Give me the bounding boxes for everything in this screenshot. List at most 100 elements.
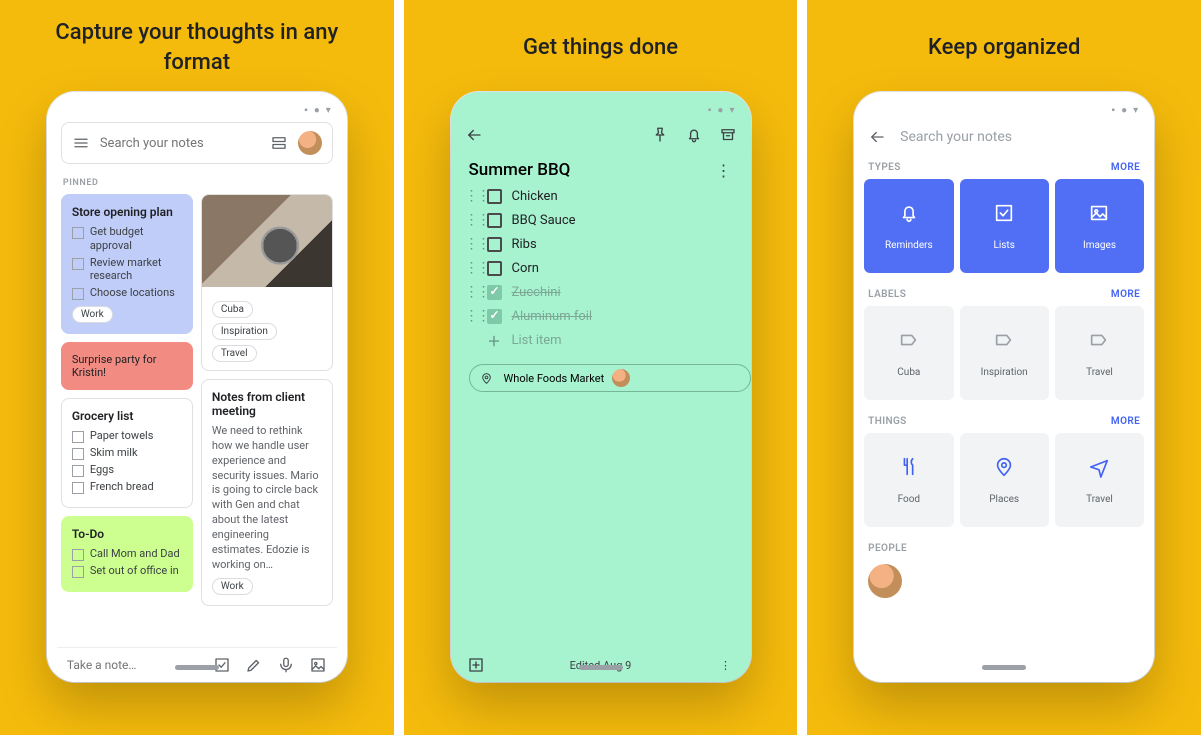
food-icon [898, 456, 920, 484]
panel-get-done: Get things done ▪●▾ Summer BBQ ⋮ ⋮⋮Chick… [404, 0, 798, 735]
more-link[interactable]: MORE [1111, 162, 1140, 173]
panel-organized: Keep organized ▪●▾ Search your notes TYP… [807, 0, 1201, 735]
section-header-types: TYPES MORE [854, 156, 1154, 179]
label-chip: Inspiration [212, 323, 277, 340]
more-icon[interactable]: ⋮ [715, 161, 733, 179]
task: Call Mom and Dad [72, 547, 182, 561]
label-tile-inspiration[interactable]: Inspiration [960, 306, 1049, 400]
bell-icon [898, 202, 920, 230]
note-card-surprise[interactable]: Surprise party for Kristin! [61, 342, 193, 390]
image-icon[interactable] [309, 656, 327, 674]
thing-tile-food[interactable]: Food [864, 433, 953, 527]
search-header[interactable]: Search your notes [854, 122, 1154, 156]
add-box-icon[interactable] [467, 656, 485, 674]
type-tile-images[interactable]: Images [1055, 179, 1144, 273]
headline-1: Capture your thoughts in any format [20, 18, 374, 78]
label-chip: Travel [212, 345, 257, 362]
note-title[interactable]: Summer BBQ [469, 160, 571, 180]
checkbox-icon[interactable] [487, 285, 502, 300]
more-link[interactable]: MORE [1111, 416, 1140, 427]
plane-icon [1088, 456, 1110, 484]
checkbox-icon[interactable] [487, 237, 502, 252]
back-icon[interactable] [465, 126, 483, 144]
task: French bread [72, 480, 182, 494]
label-chip: Work [72, 306, 113, 323]
status-indicator: ▪●▾ [708, 106, 735, 116]
task: Paper towels [72, 429, 182, 443]
panel-capture: Capture your thoughts in any format ▪●▾ … [0, 0, 394, 735]
type-tile-reminders[interactable]: Reminders [864, 179, 953, 273]
list-item-done[interactable]: ⋮⋮Zucchini [465, 284, 737, 300]
note-card-todo[interactable]: To-Do Call Mom and Dad Set out of office… [61, 516, 193, 592]
list-item[interactable]: ⋮⋮Chicken [465, 188, 737, 204]
list-item-done[interactable]: ⋮⋮Aluminum foil [465, 308, 737, 324]
view-toggle-icon[interactable] [270, 134, 288, 152]
location-text: Whole Foods Market [504, 372, 605, 385]
task: Get budget approval [72, 225, 182, 253]
more-link[interactable]: MORE [1111, 289, 1140, 300]
plus-icon: ＋ [487, 333, 502, 348]
note-card-store-plan[interactable]: Store opening plan Get budget approval R… [61, 194, 193, 334]
thing-tile-places[interactable]: Places [960, 433, 1049, 527]
list-item[interactable]: ⋮⋮Corn [465, 260, 737, 276]
home-indicator [579, 665, 623, 670]
card-title: Grocery list [72, 409, 182, 423]
phone-search: ▪●▾ Search your notes TYPES MORE Reminde… [854, 92, 1154, 682]
menu-icon[interactable] [72, 134, 90, 152]
note-image [202, 195, 332, 287]
more-icon[interactable]: ⋮ [717, 656, 735, 674]
checkbox-icon[interactable] [487, 261, 502, 276]
phone-notes-home: ▪●▾ Search your notes PINNED Store openi… [47, 92, 347, 682]
home-indicator [982, 665, 1026, 670]
checkbox-icon [993, 202, 1015, 230]
section-header-people: PEOPLE [854, 537, 1154, 560]
task: Review market research [72, 256, 182, 284]
add-list-item[interactable]: ⋮⋮＋List item [465, 332, 737, 348]
section-header-labels: LABELS MORE [854, 283, 1154, 306]
list-item[interactable]: ⋮⋮BBQ Sauce [465, 212, 737, 228]
search-placeholder: Search your notes [900, 129, 1012, 145]
checkbox-icon[interactable] [487, 309, 502, 324]
pin-icon[interactable] [651, 126, 669, 144]
card-body: We need to rethink how we handle user ex… [212, 424, 322, 572]
list-item[interactable]: ⋮⋮Ribs [465, 236, 737, 252]
label-chip: Work [212, 578, 253, 595]
people-avatar[interactable] [868, 564, 902, 598]
label-tile-cuba[interactable]: Cuba [864, 306, 953, 400]
location-icon [478, 369, 496, 387]
card-text: Surprise party for Kristin! [72, 353, 157, 379]
checkbox-icon[interactable] [487, 189, 502, 204]
back-icon[interactable] [868, 128, 886, 146]
task: Choose locations [72, 286, 182, 300]
note-card-grocery[interactable]: Grocery list Paper towels Skim milk Eggs… [61, 398, 193, 508]
headline-3: Keep organized [928, 18, 1080, 78]
headline-2: Get things done [523, 18, 678, 78]
note-card-meeting[interactable]: Notes from client meeting We need to ret… [201, 379, 333, 606]
draw-icon[interactable] [245, 656, 263, 674]
type-tile-lists[interactable]: Lists [960, 179, 1049, 273]
section-header-things: THINGS MORE [854, 410, 1154, 433]
label-icon [993, 329, 1015, 357]
note-card-image[interactable]: Cuba Inspiration Travel [201, 194, 333, 371]
thing-tile-travel[interactable]: Travel [1055, 433, 1144, 527]
status-indicator: ▪●▾ [1112, 106, 1139, 116]
task: Skim milk [72, 446, 182, 460]
card-title: Store opening plan [72, 205, 182, 219]
task: Set out of office in [72, 564, 182, 578]
archive-icon[interactable] [719, 126, 737, 144]
search-bar[interactable]: Search your notes [61, 122, 333, 164]
image-icon [1088, 202, 1110, 230]
label-tile-travel[interactable]: Travel [1055, 306, 1144, 400]
mic-icon[interactable] [277, 656, 295, 674]
places-icon [993, 456, 1015, 484]
card-title: Notes from client meeting [212, 390, 322, 418]
status-indicator: ▪●▾ [304, 106, 331, 116]
label-chip: Cuba [212, 301, 253, 318]
home-indicator [175, 665, 219, 670]
location-chip[interactable]: Whole Foods Market [469, 364, 751, 392]
checkbox-icon[interactable] [487, 213, 502, 228]
search-placeholder: Search your notes [100, 136, 260, 151]
notes-grid: Store opening plan Get budget approval R… [57, 194, 337, 606]
avatar[interactable] [298, 131, 322, 155]
reminder-icon[interactable] [685, 126, 703, 144]
